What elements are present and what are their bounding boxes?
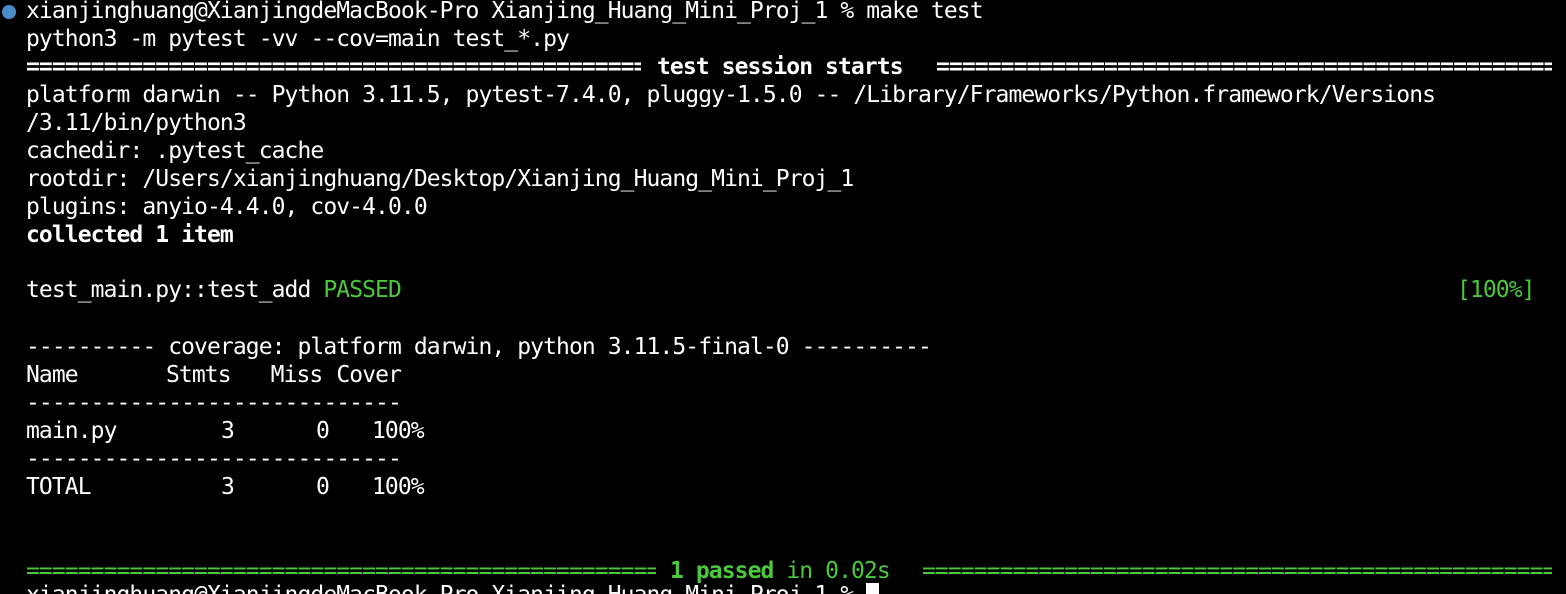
pytest-invocation: python3 -m pytest -vv --cov=main test_*.… <box>26 26 570 52</box>
coverage-header: ---------- coverage: platform darwin, py… <box>26 334 932 360</box>
shell-prompt: xianjinghuang@XianjingdeMacBook-Pro Xian… <box>26 0 854 24</box>
test-status: PASSED <box>323 277 401 303</box>
row-miss: 0 <box>316 418 330 444</box>
coverage-table-header: Name Stmts Miss Cover <box>26 361 402 389</box>
plugins-line: plugins: anyio-4.4.0, cov-4.0.0 <box>26 194 428 220</box>
column-header-name: Name <box>26 362 79 388</box>
row-stmts: 3 <box>221 418 235 444</box>
session-separator-left: ========================================… <box>26 54 641 80</box>
session-separator-right: ========================================… <box>936 54 1552 80</box>
test-progress: [100%] <box>1457 277 1535 303</box>
prompt-status-dot-icon <box>2 5 16 19</box>
row-cover: 100% <box>372 418 425 444</box>
column-header-cover: Cover <box>336 362 402 388</box>
table-row-total: TOTAL 3 0 100% <box>26 473 425 501</box>
final-prompt-line: xianjinghuang@XianjingdeMacBook-Pro Xian… <box>26 581 880 594</box>
terminal-window[interactable]: xianjinghuang@XianjingdeMacBook-Pro Xian… <box>0 0 1566 594</box>
collected-line: collected 1 item <box>26 222 234 248</box>
test-name: test_main.py::test_add <box>26 277 311 303</box>
coverage-table-separator-2: ----------------------------- <box>26 446 402 472</box>
summary-separator-right: ========================================… <box>922 558 1552 584</box>
total-name: TOTAL <box>26 474 92 500</box>
cursor <box>866 583 880 594</box>
total-miss: 0 <box>316 474 330 500</box>
total-stmts: 3 <box>221 474 235 500</box>
shell-command: make test <box>866 0 983 24</box>
coverage-table-separator: ----------------------------- <box>26 390 402 416</box>
column-header-miss: Miss <box>270 362 324 388</box>
test-result-line: test_main.py::test_add PASSED <box>26 276 402 304</box>
total-cover: 100% <box>372 474 425 500</box>
column-header-stmts: Stmts <box>166 362 232 388</box>
cachedir-line: cachedir: .pytest_cache <box>26 138 324 164</box>
command-line: xianjinghuang@XianjingdeMacBook-Pro Xian… <box>26 0 984 25</box>
platform-line-continued: /3.11/bin/python3 <box>26 110 247 136</box>
row-name: main.py <box>26 418 117 444</box>
final-shell-prompt: xianjinghuang@XianjingdeMacBook-Pro Xian… <box>26 582 854 594</box>
table-row: main.py 3 0 100% <box>26 417 425 445</box>
session-header: test session starts <box>657 54 904 80</box>
rootdir-line: rootdir: /Users/xianjinghuang/Desktop/Xi… <box>26 166 854 192</box>
platform-line: platform darwin -- Python 3.11.5, pytest… <box>26 82 1436 108</box>
